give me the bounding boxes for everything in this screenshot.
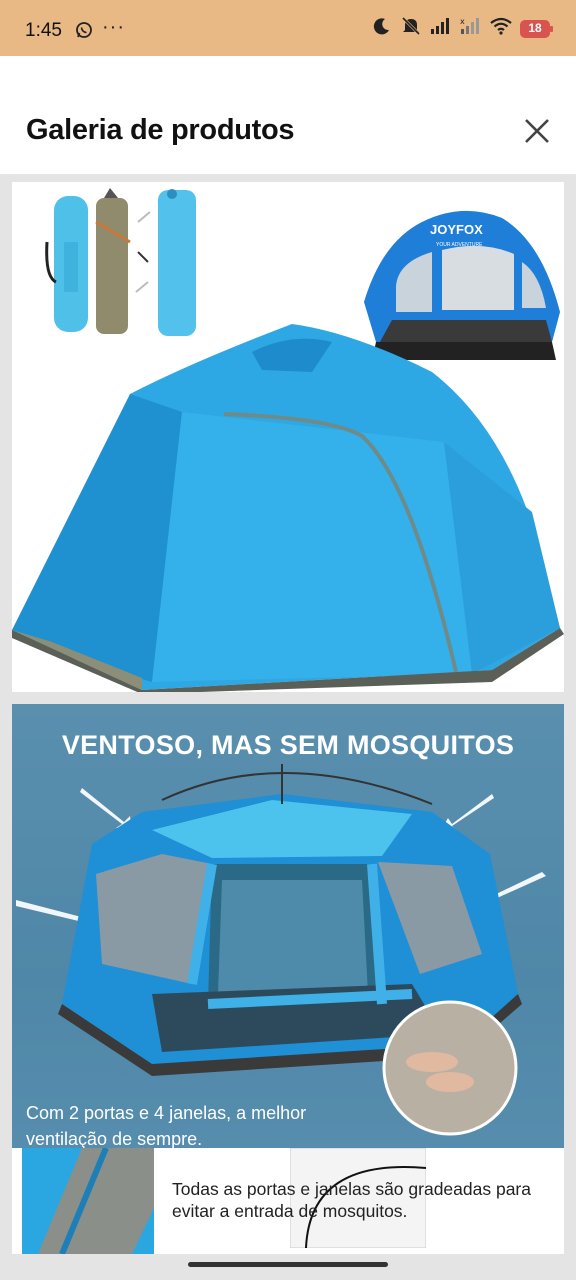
moon-icon (372, 16, 392, 41)
product-image-2[interactable]: VENTOSO, MAS SEM MOSQUITOS Com 2 portas … (12, 704, 564, 1254)
tent-inset-image: JOYFOX YOUR ADVENTURE (364, 210, 560, 360)
signal-2-icon: x (460, 17, 482, 40)
close-button[interactable] (520, 114, 554, 148)
close-icon (525, 119, 549, 143)
tent-stakes (135, 211, 151, 293)
status-icons: x 18 (372, 16, 554, 41)
battery-level: 18 (528, 20, 542, 35)
product-image-1[interactable]: JOYFOX YOUR ADVENTURE (12, 182, 564, 692)
brand-logo: JOYFOX (430, 222, 483, 237)
svg-text:x: x (460, 17, 465, 26)
whatsapp-icon (75, 21, 93, 44)
brand-tagline: YOUR ADVENTURE (436, 242, 483, 248)
window-detail-image (22, 1148, 154, 1254)
more-icon: ··· (102, 16, 125, 38)
signal-icon (430, 17, 452, 40)
product-gallery[interactable]: JOYFOX YOUR ADVENTURE VENTOSO, MAS SEM M… (0, 174, 576, 1280)
main-tent (12, 324, 564, 692)
carry-bag-right (158, 189, 196, 336)
wifi-icon (490, 17, 512, 40)
battery-icon: 18 (520, 19, 554, 38)
mesh-closeup (382, 1000, 518, 1136)
tent-poles-bundle (95, 188, 131, 334)
status-time: 1:45 (25, 20, 62, 41)
mesh-caption: Todas as portas e janelas são gradeadas … (172, 1179, 531, 1221)
carry-bag-left (45, 196, 88, 332)
header: Galeria de produtos (0, 56, 576, 174)
mute-icon (400, 16, 422, 41)
status-bar: 1:45 ··· x 18 (0, 0, 576, 56)
ventilation-caption: Com 2 portas e 4 janelas, a melhor venti… (26, 1103, 307, 1149)
tent-product-illustration: JOYFOX YOUR ADVENTURE (12, 188, 564, 692)
page-title: Galeria de produtos (26, 114, 295, 146)
gesture-bar[interactable] (188, 1262, 388, 1267)
